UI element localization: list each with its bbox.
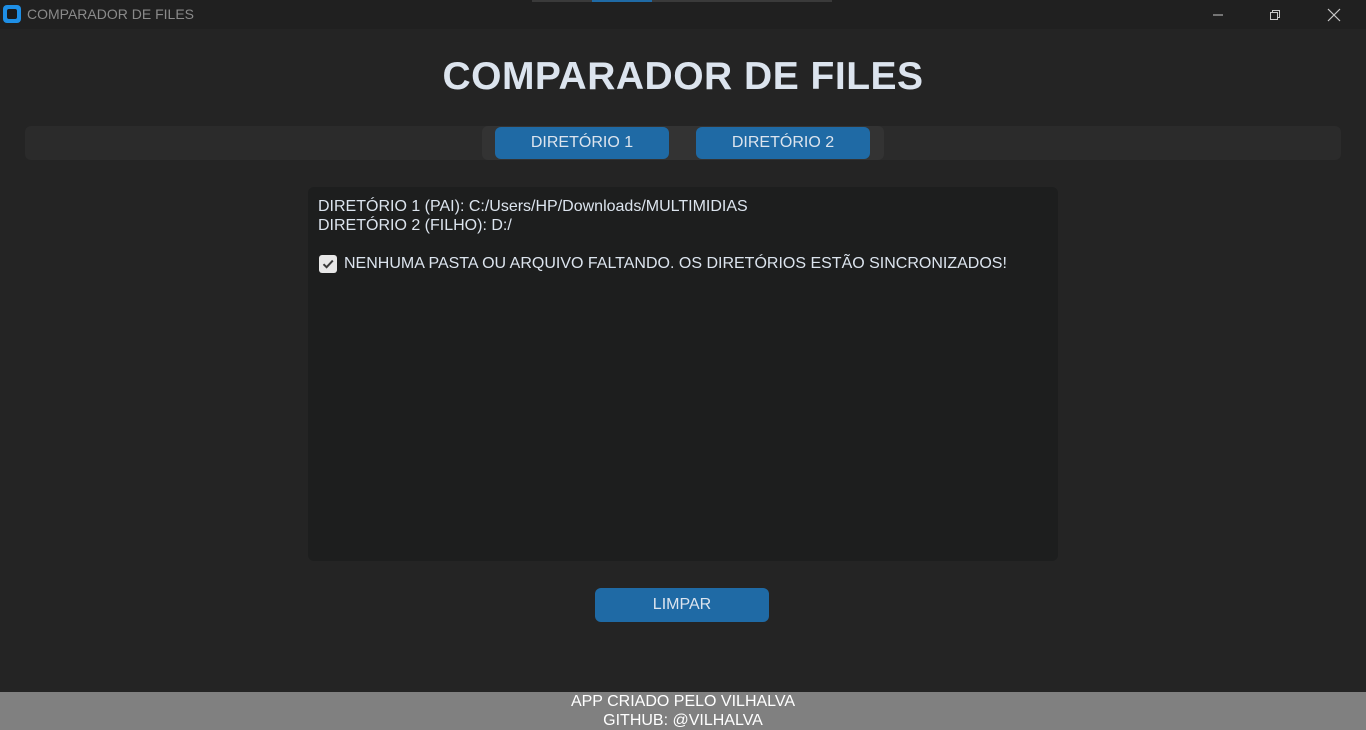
window-title: COMPARADOR DE FILES [27, 6, 194, 22]
title-bar-accent-blue [592, 0, 652, 2]
footer: APP CRIADO PELO VILHALVA GITHUB: @VILHAL… [0, 692, 1366, 730]
tab-diretorio-1[interactable]: DIRETÓRIO 1 [495, 127, 669, 159]
minimize-icon [1212, 9, 1224, 21]
footer-credit: APP CRIADO PELO VILHALVA [570, 693, 796, 710]
status-row: NENHUMA PASTA OU ARQUIVO FALTANDO. OS DI… [318, 254, 1048, 273]
title-bar: COMPARADOR DE FILES [0, 0, 1366, 29]
minimize-button[interactable] [1189, 0, 1247, 29]
close-icon [1327, 8, 1341, 22]
title-bar-accent [532, 0, 832, 2]
tab-diretorio-2[interactable]: DIRETÓRIO 2 [696, 127, 870, 159]
status-message: NENHUMA PASTA OU ARQUIVO FALTANDO. OS DI… [344, 255, 1007, 272]
directory-2-line: DIRETÓRIO 2 (FILHO): D:/ [318, 217, 512, 234]
footer-github: GITHUB: @VILHALVA [603, 712, 763, 729]
restore-icon [1269, 9, 1281, 21]
close-button[interactable] [1305, 0, 1363, 29]
checkmark-icon [319, 254, 337, 273]
result-textbox[interactable]: DIRETÓRIO 1 (PAI): C:/Users/HP/Downloads… [308, 187, 1058, 561]
app-icon [3, 5, 21, 23]
page-title: COMPARADOR DE FILES [442, 55, 924, 98]
directory-1-line: DIRETÓRIO 1 (PAI): C:/Users/HP/Downloads… [318, 198, 748, 215]
restore-button[interactable] [1246, 0, 1304, 29]
clear-button[interactable]: LIMPAR [595, 588, 769, 622]
